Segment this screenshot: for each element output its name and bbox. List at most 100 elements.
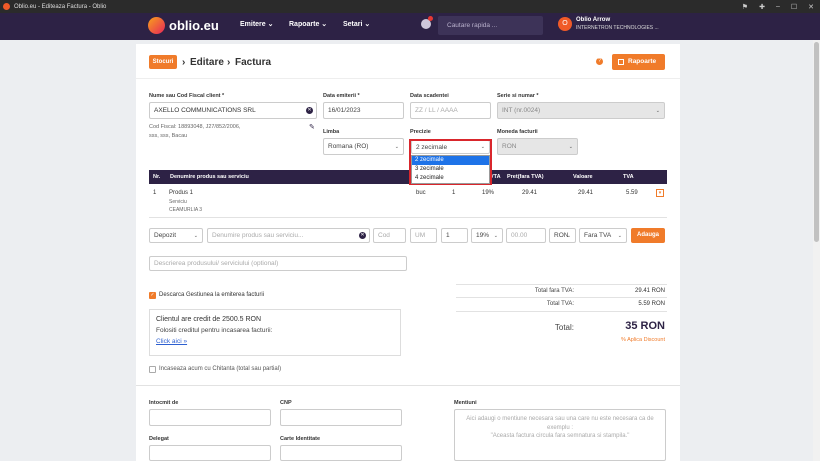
price-input[interactable]: 00.00: [506, 228, 546, 243]
mentions-textarea[interactable]: Aici adaugi o mentiune necesara sau una …: [454, 409, 666, 461]
product-name-input[interactable]: Denumire produs sau serviciu... ✕: [207, 228, 370, 243]
vat-select[interactable]: 19% ⌄: [471, 228, 503, 243]
chevron-down-icon: ⌄: [493, 232, 498, 239]
id-card-label: Carte Identitate: [280, 436, 321, 442]
notification-badge: [428, 16, 433, 21]
quick-search-input[interactable]: Cautare rapida ...: [438, 16, 543, 35]
due-date-label: Data scadentei: [410, 93, 449, 99]
cnp-label: CNP: [280, 400, 292, 406]
chevron-down-icon: ⌄: [566, 232, 571, 239]
row-product-name[interactable]: Produs 1: [169, 190, 193, 196]
language-select[interactable]: Romana (RO) ⌄: [323, 138, 404, 155]
edit-client-icon[interactable]: ✎: [309, 123, 315, 131]
chevron-down-icon: ⌄: [267, 21, 274, 28]
nav-setari[interactable]: Setari ⌄: [343, 20, 370, 28]
clear-product-icon[interactable]: ✕: [359, 232, 366, 239]
client-label: Nume sau Cod Fiscal client *: [149, 93, 225, 99]
row-warehouse: CEAMURLIA 3: [169, 207, 203, 213]
clear-client-icon[interactable]: ✕: [306, 107, 313, 114]
row-price: 29.41: [522, 190, 538, 196]
total-value: 35 RON: [625, 320, 665, 332]
avatar[interactable]: O: [558, 17, 572, 31]
total-no-vat-value: 29.41 RON: [634, 288, 665, 294]
currency-select[interactable]: RON ⌄: [497, 138, 578, 155]
stock-checkbox[interactable]: ✓: [149, 292, 156, 299]
chevron-down-icon: ⌄: [394, 143, 399, 150]
client-input[interactable]: AXELLO COMMUNICATIONS SRL ✕: [149, 102, 317, 119]
col-nr: Nr.: [153, 174, 161, 180]
precision-option-4[interactable]: 4 zecimale: [412, 174, 489, 183]
series-select[interactable]: INT (nr.0024) ⌄: [497, 102, 665, 119]
precision-dropdown[interactable]: 2 zecimale 3 zecimale 4 zecimale: [411, 155, 490, 184]
issuer-input[interactable]: [149, 409, 271, 426]
language-label: Limba: [323, 129, 340, 135]
cnp-input[interactable]: [280, 409, 402, 426]
apply-discount-link[interactable]: % Aplica Discount: [590, 337, 665, 343]
nav-rapoarte[interactable]: Rapoarte ⌄: [289, 20, 327, 28]
type-select[interactable]: Depozit ⌄: [149, 228, 203, 243]
row-unit: buc: [416, 190, 426, 196]
maximize-icon[interactable]: ☐: [791, 3, 797, 11]
issuer-label: Intocmit de: [149, 400, 179, 406]
um-input[interactable]: UM: [410, 228, 437, 243]
credit-text: Clientul are credit de 2500.5 RON: [156, 316, 262, 323]
row-vat: 19%: [482, 190, 495, 196]
scrollbar-thumb[interactable]: [814, 42, 819, 242]
total-label: Total:: [554, 323, 574, 332]
total-no-vat-label: Total fara TVA:: [534, 288, 574, 294]
description-input[interactable]: Descrierea produsului/ serviciului (opti…: [149, 256, 407, 271]
chevron-down-icon: ⌄: [193, 232, 198, 239]
precision-option-2[interactable]: 2 zecimale: [412, 156, 489, 165]
chevron-down-icon: ⌄: [568, 143, 573, 150]
divider: [456, 311, 667, 312]
client-info: Cod Fiscal: 18893048, J27/852/2006, sss,…: [149, 124, 241, 139]
report-icon: [618, 59, 624, 65]
row-tva: 5.59: [626, 190, 638, 196]
collect-now-checkbox[interactable]: [149, 366, 156, 373]
breadcrumb-editare[interactable]: Editare: [190, 57, 224, 68]
col-value: Valoare: [573, 174, 593, 180]
use-credit-link[interactable]: Click aici »: [156, 338, 187, 345]
chevron-down-icon: ⌄: [655, 107, 660, 114]
total-vat-label: Total TVA:: [546, 301, 574, 307]
date-input[interactable]: 16/01/2023: [323, 102, 404, 119]
currency-label: Moneda facturii: [497, 129, 538, 135]
qty-input[interactable]: 1: [441, 228, 468, 243]
code-input[interactable]: Cod: [373, 228, 406, 243]
row-currency-select[interactable]: RON ⌄: [549, 228, 576, 243]
id-card-input[interactable]: [280, 445, 402, 461]
col-tva: TVA: [623, 174, 634, 180]
col-price: Pret(fara TVA): [507, 174, 544, 180]
window-titlebar: Oblio.eu - Editeaza Factura - Oblio ⚑ ✚ …: [0, 0, 820, 13]
delegate-input[interactable]: [149, 445, 271, 461]
extensions-icon[interactable]: ⚑: [742, 3, 748, 11]
stocuri-badge[interactable]: Stocuri: [149, 55, 177, 69]
top-nav: [0, 13, 820, 40]
items-table-header: Nr. Denumire produs sau serviciu VTA Pre…: [149, 170, 667, 184]
precision-option-3[interactable]: 3 zecimale: [412, 165, 489, 174]
divider: [456, 284, 667, 285]
help-icon[interactable]: ?: [596, 58, 603, 65]
chevron-down-icon: ⌄: [617, 232, 622, 239]
add-item-button[interactable]: Adauga: [631, 228, 665, 243]
stock-checkbox-label: Descarca Gestiunea la emiterea facturii: [159, 292, 265, 298]
logo[interactable]: oblio.eu: [148, 17, 219, 34]
row-expand-icon[interactable]: ▾: [656, 189, 664, 197]
minimize-icon[interactable]: –: [776, 3, 780, 10]
divider: [136, 78, 680, 79]
credit-instruction: Folositi creditul pentru incasarea factu…: [156, 327, 273, 334]
row-nr: 1: [153, 190, 157, 196]
series-label: Serie si numar *: [497, 93, 539, 99]
favicon-icon: [3, 3, 10, 10]
close-icon[interactable]: ✕: [808, 3, 814, 11]
user-name[interactable]: Oblio Arrow: [576, 17, 610, 23]
logo-mark-icon: [148, 17, 165, 34]
divider: [149, 217, 667, 218]
nav-emitere[interactable]: Emitere ⌄: [240, 20, 274, 28]
chevron-down-icon: ⌄: [364, 21, 371, 28]
due-date-input[interactable]: ZZ / LL / AAAA: [410, 102, 491, 119]
vat-mode-select[interactable]: Fara TVA ⌄: [579, 228, 627, 243]
puzzle-icon[interactable]: ✚: [759, 3, 765, 11]
precision-label: Precizie: [410, 129, 431, 135]
rapoarte-button[interactable]: Rapoarte: [612, 54, 665, 70]
